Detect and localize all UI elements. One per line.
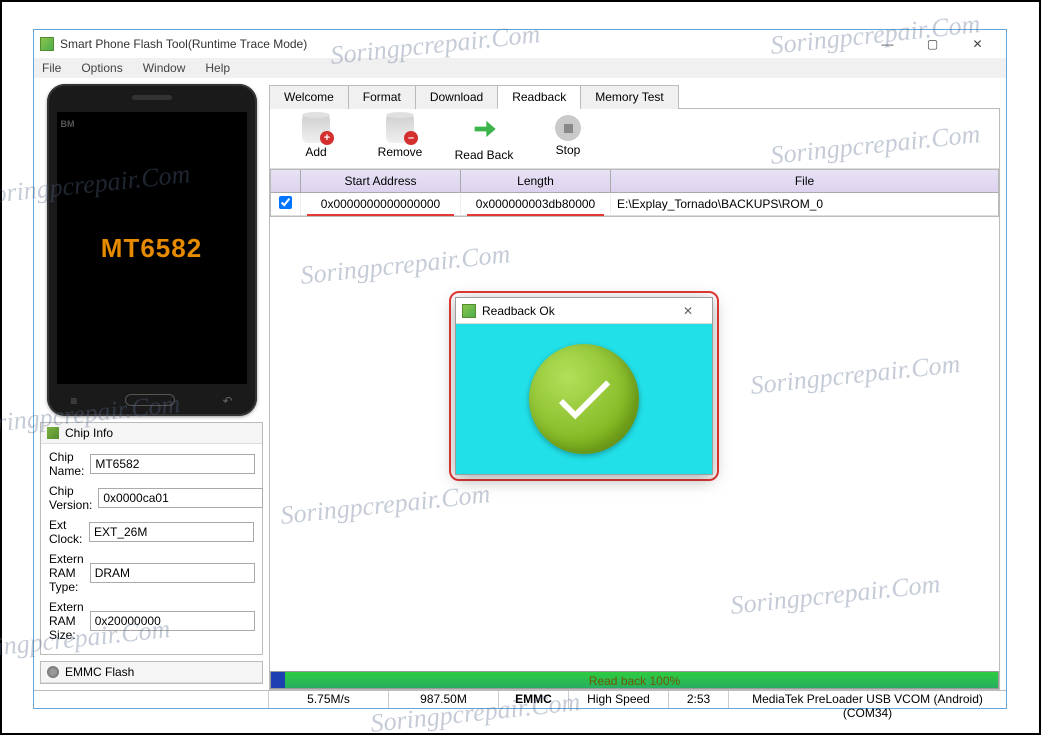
database-remove-icon: –: [386, 115, 414, 143]
maximize-button[interactable]: ▢: [910, 30, 955, 58]
ext-clock-field[interactable]: [89, 522, 254, 542]
cell-start-address: 0x0000000000000000: [301, 194, 461, 214]
ram-type-field[interactable]: [90, 563, 255, 583]
chip-name-field[interactable]: [90, 454, 255, 474]
cell-length: 0x000000003db80000: [461, 194, 611, 214]
tabs: Welcome Format Download Readback Memory …: [269, 84, 1000, 109]
phone-brand: BM: [61, 119, 75, 129]
stop-icon: [555, 115, 581, 141]
cell-file: E:\Explay_Tornado\BACKUPS\ROM_0: [611, 194, 998, 214]
tab-readback[interactable]: Readback: [497, 85, 581, 109]
gear-icon: [47, 666, 59, 678]
close-button[interactable]: ✕: [955, 30, 1000, 58]
minimize-button[interactable]: —: [865, 30, 910, 58]
dialog-title: Readback Ok: [482, 304, 555, 318]
col-file[interactable]: File: [611, 170, 998, 192]
tab-download[interactable]: Download: [415, 85, 498, 109]
arrow-right-icon: [470, 115, 498, 146]
tab-format[interactable]: Format: [348, 85, 416, 109]
statusbar: 5.75M/s 987.50M EMMC High Speed 2:53 Med…: [34, 690, 1006, 708]
add-button[interactable]: + Add: [286, 115, 346, 162]
chip-info-title: Chip Info: [65, 426, 113, 440]
progress-bar: Read back 100%: [270, 671, 999, 689]
toolbar: + Add – Remove Read Back Stop: [270, 109, 999, 169]
phone-home-icon: [125, 394, 175, 406]
progress-text: Read back 100%: [589, 674, 680, 688]
menu-file[interactable]: File: [38, 59, 65, 77]
readback-button[interactable]: Read Back: [454, 115, 514, 162]
status-time: 2:53: [669, 691, 729, 708]
row-checkbox[interactable]: [279, 196, 292, 209]
menu-options[interactable]: Options: [77, 59, 126, 77]
tab-welcome[interactable]: Welcome: [269, 85, 349, 109]
readback-grid: Start Address Length File 0x000000000000…: [270, 169, 999, 217]
ram-type-label: Extern RAM Type:: [49, 552, 84, 594]
status-mode: High Speed: [569, 691, 669, 708]
ram-size-label: Extern RAM Size:: [49, 600, 84, 642]
status-speed: 5.75M/s: [269, 691, 389, 708]
dialog-close-button[interactable]: ✕: [670, 304, 706, 318]
tab-memory-test[interactable]: Memory Test: [580, 85, 678, 109]
menubar: File Options Window Help: [34, 58, 1006, 78]
emmc-flash-panel: EMMC Flash: [40, 661, 263, 684]
ram-size-field[interactable]: [90, 611, 255, 631]
col-length[interactable]: Length: [461, 170, 611, 192]
table-row[interactable]: 0x0000000000000000 0x000000003db80000 E:…: [271, 193, 998, 216]
menu-window[interactable]: Window: [139, 59, 190, 77]
status-size: 987.50M: [389, 691, 499, 708]
status-storage: EMMC: [499, 691, 569, 708]
menu-help[interactable]: Help: [201, 59, 234, 77]
chip-version-label: Chip Version:: [49, 484, 92, 512]
chip-icon: [47, 427, 59, 439]
chip-info-panel: Chip Info Chip Name: Chip Version: Ext C…: [40, 422, 263, 655]
ext-clock-label: Ext Clock:: [49, 518, 83, 546]
stop-button[interactable]: Stop: [538, 115, 598, 162]
checkmark-icon: [529, 344, 639, 454]
phone-back-icon: ↶: [223, 394, 233, 408]
status-device: MediaTek PreLoader USB VCOM (Android) (C…: [729, 691, 1006, 708]
remove-button[interactable]: – Remove: [370, 115, 430, 162]
emmc-flash-title: EMMC Flash: [65, 665, 134, 679]
phone-menu-icon: ≡: [70, 394, 77, 408]
titlebar[interactable]: Smart Phone Flash Tool(Runtime Trace Mod…: [34, 30, 1006, 58]
database-add-icon: +: [302, 115, 330, 143]
dialog-icon: [462, 304, 476, 318]
readback-ok-dialog[interactable]: Readback Ok ✕: [455, 297, 713, 475]
col-start-address[interactable]: Start Address: [301, 170, 461, 192]
chip-name-label: Chip Name:: [49, 450, 84, 478]
phone-preview: BM MT6582 ≡ ↶: [47, 84, 257, 416]
left-sidebar: BM MT6582 ≡ ↶ Chip Info Chip Name:: [34, 78, 269, 690]
window-title: Smart Phone Flash Tool(Runtime Trace Mod…: [60, 37, 865, 51]
phone-chip-label: MT6582: [101, 233, 202, 264]
chip-version-field[interactable]: [98, 488, 263, 508]
app-icon: [40, 37, 54, 51]
